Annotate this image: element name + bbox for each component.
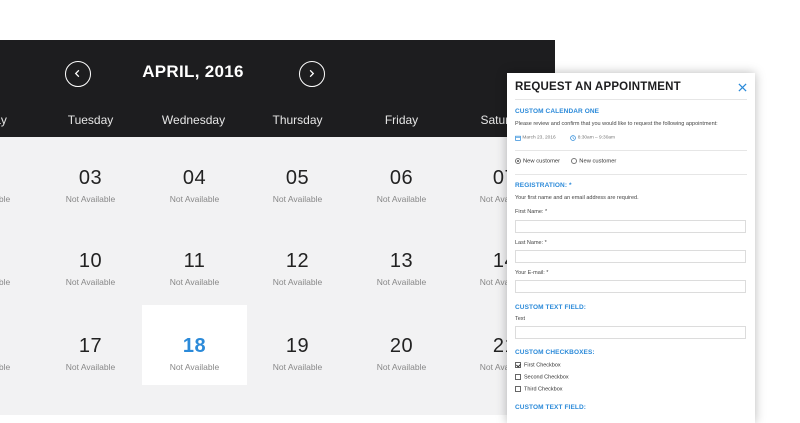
day-cell[interactable]: 20 Not Available [349,305,454,385]
calendar-header: APRIL, 2016 Monday Tuesday Wednesday Thu… [0,40,555,137]
day-status: Not Available [272,362,323,372]
day-number: 16 [0,335,38,358]
day-status: Not Available [272,194,323,204]
day-status: Not Available [0,194,11,204]
day-number: 20 [389,335,414,357]
email-field[interactable] [515,280,746,293]
last-name-label: Last Name: * [515,240,547,246]
checkbox-row[interactable]: First Checkbox [515,362,561,368]
day-name: Thursday [272,113,323,127]
day-name: Tuesday [67,113,114,127]
chevron-right-icon [309,69,315,78]
divider [515,174,747,175]
day-number: 06 [389,167,414,189]
day-status: Not Available [169,362,220,372]
appointment-modal: REQUEST AN APPOINTMENT CUSTOM CALENDAR O… [507,73,755,423]
close-icon[interactable] [738,83,747,92]
day-status: Not Available [272,277,323,287]
clock-icon [570,135,577,141]
custom-text-title-2: CUSTOM TEXT FIELD: [515,404,587,411]
day-cell[interactable]: 11 Not Available [142,220,247,300]
day-status: Not Available [169,277,220,287]
day-cell[interactable]: 17 Not Available [38,305,143,385]
day-cell[interactable]: 10 Not Available [38,220,143,300]
day-number: 05 [285,167,310,189]
day-cell[interactable]: 19 Not Available [245,305,350,385]
checkbox-third[interactable] [515,386,521,392]
day-name: Friday [384,113,419,127]
calendar-grid: 02 Not Available 03 Not Available 04 Not Av… [0,137,555,415]
registration-title: REGISTRATION: * [515,182,572,189]
day-cell[interactable]: 04 Not Available [142,137,247,217]
month-title: APRIL, 2016 [142,62,244,81]
radio-new-customer[interactable] [515,158,521,164]
appointment-date: March 23, 2016 [522,135,556,141]
day-status: Not Available [65,194,116,204]
custom-text-field[interactable] [515,326,746,339]
text-label: Text [515,316,526,322]
radio-label: New customer [523,158,561,165]
day-number: 03 [78,167,103,189]
day-cell[interactable]: 12 Not Available [245,220,350,300]
calendar-icon [515,135,521,141]
day-number: 18 [182,335,207,357]
day-number: 17 [78,335,103,357]
custom-text-title: CUSTOM TEXT FIELD: [515,304,587,311]
day-number: 02 [0,167,38,190]
customer-type-group: New customer New customer [515,158,616,165]
next-month-button[interactable] [299,61,325,87]
first-name-label: First Name: * [515,209,548,215]
day-cell[interactable]: 09 Not Available [0,220,38,300]
day-cell[interactable]: 06 Not Available [349,137,454,217]
checkbox-second[interactable] [515,374,521,380]
checkboxes-title: CUSTOM CHECKBOXES: [515,349,595,356]
day-status: Not Available [376,362,427,372]
day-status: Not Available [0,362,11,372]
checkbox-label: Second Checkbox [524,374,569,381]
registration-note: Your first name and an email address are… [515,195,639,201]
day-name: Monday [0,113,7,127]
day-status: Not Available [65,362,116,372]
last-name-field[interactable] [515,250,746,263]
divider [515,150,747,151]
day-number: 13 [389,250,414,272]
day-name: Wednesday [161,113,226,127]
day-number: 12 [285,250,310,272]
radio-label: New customer [579,158,617,165]
appointment-meta: March 23, 2016 8:30am – 9:30am [515,135,615,143]
checkbox-label: First Checkbox [524,362,561,369]
day-cell[interactable]: 03 Not Available [38,137,143,217]
day-cell[interactable]: 13 Not Available [349,220,454,300]
day-cell[interactable]: 05 Not Available [245,137,350,217]
checkbox-row[interactable]: Third Checkbox [515,386,563,392]
radio-new-customer-2[interactable] [571,158,578,164]
day-number: 19 [285,335,310,357]
prev-month-button[interactable] [65,61,91,87]
checkbox-label: Third Checkbox [524,386,563,393]
intro-text: Please review and confirm that you would… [515,121,718,127]
day-status: Not Available [65,277,116,287]
day-status: Not Available [376,277,427,287]
day-number: 09 [0,250,38,273]
day-number: 10 [78,250,103,272]
appointment-time: 8:30am – 9:30am [577,135,616,141]
first-name-field[interactable] [515,220,746,233]
day-status: Not Available [0,277,11,287]
day-number: 04 [182,167,207,189]
day-cell[interactable]: 02 Not Available [0,137,38,217]
checkbox-row[interactable]: Second Checkbox [515,374,569,380]
day-names-row: Monday Tuesday Wednesday Thursday Friday… [0,113,555,133]
day-status: Not Available [376,194,427,204]
calendar-name: CUSTOM CALENDAR ONE [515,108,600,115]
day-cell-selected[interactable]: 18 Not Available [142,305,247,385]
email-label: Your E-mail: * [515,270,549,276]
day-number: 11 [183,250,206,272]
checkbox-first[interactable] [515,362,521,368]
modal-title: REQUEST AN APPOINTMENT [515,81,681,93]
day-cell[interactable]: 16 Not Available [0,305,38,385]
divider [515,99,747,100]
day-status: Not Available [169,194,220,204]
chevron-left-icon [74,69,80,78]
